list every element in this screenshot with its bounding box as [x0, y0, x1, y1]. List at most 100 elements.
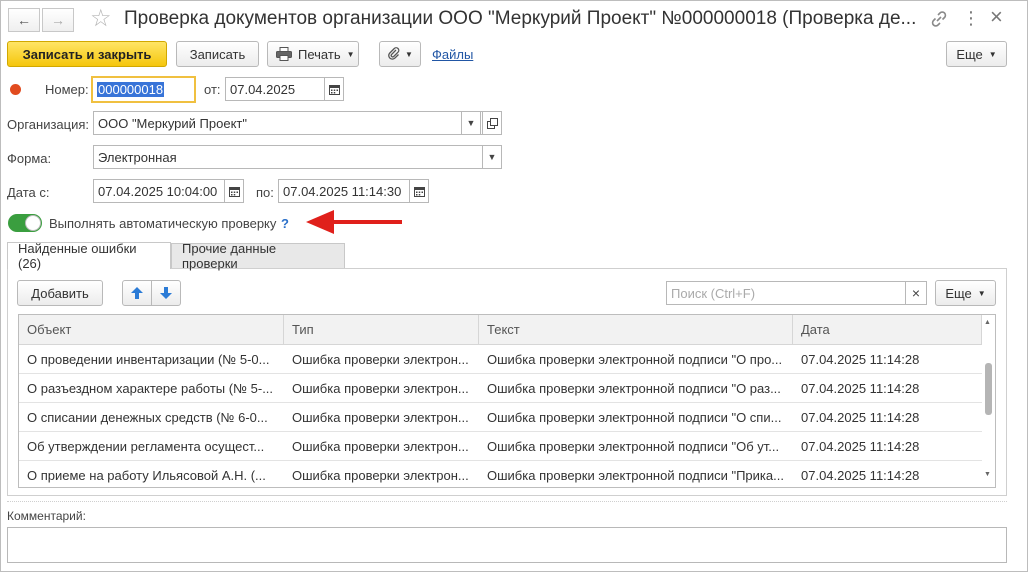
printer-icon: [276, 47, 292, 61]
table-row[interactable]: О проведении инвентаризации (№ 5-0... Ош…: [19, 345, 982, 374]
number-label: Номер:: [45, 82, 89, 97]
cell-text: Ошибка проверки электронной подписи "О с…: [487, 410, 782, 425]
cell-date: 07.04.2025 11:14:28: [801, 468, 920, 483]
paperclip-icon: [387, 47, 401, 61]
forward-icon: →: [51, 12, 65, 28]
clear-icon: ×: [911, 285, 921, 301]
cell-date: 07.04.2025 11:14:28: [801, 352, 920, 367]
table-more-label: Еще: [945, 285, 972, 301]
attachment-button[interactable]: ▼: [379, 41, 421, 67]
chevron-down-icon: ▼: [405, 49, 413, 59]
table-row[interactable]: Об утверждении регламента осущест... Оши…: [19, 432, 982, 461]
form-value: Электронная: [98, 149, 177, 165]
save-label: Записать: [189, 46, 246, 62]
auto-check-toggle[interactable]: [8, 214, 42, 232]
move-down-button[interactable]: [151, 280, 181, 306]
date-to-field[interactable]: 07.04.2025 11:14:30: [278, 179, 410, 203]
cell-text: Ошибка проверки электронной подписи "О р…: [487, 381, 781, 396]
search-placeholder: Поиск (Ctrl+F): [671, 285, 756, 301]
number-value: 000000018: [97, 82, 165, 97]
cell-object: О приеме на работу Ильясовой А.Н. (...: [27, 468, 266, 483]
table-row[interactable]: О списании денежных средств (№ 6-0... Ош…: [19, 403, 982, 432]
close-icon[interactable]: ×: [990, 4, 1003, 30]
comment-label: Комментарий:: [7, 509, 86, 523]
back-icon: ←: [17, 12, 31, 28]
date-field[interactable]: 07.04.2025: [225, 77, 325, 101]
cell-text: Ошибка проверки электронной подписи "При…: [487, 468, 784, 483]
print-label: Печать: [298, 46, 341, 62]
date-to-calendar-button[interactable]: [409, 179, 429, 203]
cell-text: Ошибка проверки электронной подписи "Об …: [487, 439, 780, 454]
cell-object: О разъездном характере работы (№ 5-...: [27, 381, 274, 396]
forward-button[interactable]: →: [42, 8, 74, 32]
date-from-field[interactable]: 07.04.2025 10:04:00: [93, 179, 225, 203]
print-button[interactable]: Печать ▼: [267, 41, 359, 67]
calendar-icon: [413, 186, 425, 197]
back-button[interactable]: ←: [8, 8, 40, 32]
date-value: 07.04.2025: [230, 81, 296, 97]
add-label: Добавить: [31, 285, 89, 301]
red-arrow-annotation: [304, 208, 404, 236]
chevron-down-icon: ▼: [466, 118, 476, 128]
tab-other-data-label: Прочие данные проверки: [182, 241, 277, 271]
vertical-scrollbar[interactable]: ▲ ▼: [982, 315, 995, 487]
cell-date: 07.04.2025 11:14:28: [801, 439, 920, 454]
column-header-type[interactable]: Тип: [284, 315, 479, 345]
calendar-icon: [228, 186, 240, 197]
scrollbar-thumb[interactable]: [985, 363, 992, 415]
divider: [7, 501, 1007, 502]
form-label: Форма:: [7, 151, 52, 166]
save-button[interactable]: Записать: [176, 41, 259, 67]
table-more-button[interactable]: Еще ▼: [935, 280, 996, 306]
more-button[interactable]: Еще ▼: [946, 41, 1007, 67]
org-field[interactable]: ООО "Меркурий Проект": [93, 111, 483, 135]
cell-date: 07.04.2025 11:14:28: [801, 381, 920, 396]
form-dropdown-button[interactable]: ▼: [482, 145, 502, 169]
column-header-object[interactable]: Объект: [19, 315, 284, 345]
cell-date: 07.04.2025 11:14:28: [801, 410, 920, 425]
column-header-date[interactable]: Дата: [793, 315, 982, 345]
table-row[interactable]: О приеме на работу Ильясовой А.Н. (... О…: [19, 461, 982, 487]
date-to-label: по:: [256, 185, 274, 200]
search-clear-button[interactable]: ×: [905, 281, 927, 305]
column-header-text[interactable]: Текст: [479, 315, 793, 345]
number-field[interactable]: 000000018: [91, 76, 196, 103]
cell-object: Об утверждении регламента осущест...: [27, 439, 265, 454]
search-input[interactable]: Поиск (Ctrl+F): [666, 281, 906, 305]
chevron-down-icon: ▼: [988, 49, 997, 59]
scroll-down-icon[interactable]: ▼: [984, 471, 991, 478]
auto-check-label: Выполнять автоматическую проверку: [49, 216, 277, 231]
cell-type: Ошибка проверки электрон...: [292, 468, 469, 483]
form-field[interactable]: Электронная: [93, 145, 483, 169]
move-up-button[interactable]: [122, 280, 152, 306]
cell-type: Ошибка проверки электрон...: [292, 352, 469, 367]
arrow-up-icon: [131, 287, 143, 299]
link-icon[interactable]: [929, 9, 949, 29]
more-menu-icon[interactable]: ⋮: [962, 8, 980, 29]
cell-type: Ошибка проверки электрон...: [292, 410, 469, 425]
favorite-star-icon[interactable]: ☆: [90, 4, 112, 33]
date-from-calendar-button[interactable]: [224, 179, 244, 203]
chevron-down-icon: ▼: [487, 152, 497, 162]
scroll-up-icon[interactable]: ▲: [984, 319, 991, 326]
org-value: ООО "Меркурий Проект": [98, 115, 247, 131]
more-label: Еще: [956, 46, 983, 62]
tab-errors[interactable]: Найденные ошибки (26): [7, 241, 171, 271]
toggle-knob: [25, 215, 41, 231]
comment-field[interactable]: [7, 527, 1007, 563]
add-button[interactable]: Добавить: [17, 280, 103, 306]
save-close-button[interactable]: Записать и закрыть: [7, 41, 167, 67]
from-label: от:: [204, 82, 221, 97]
org-dropdown-button[interactable]: ▼: [461, 111, 481, 135]
chevron-down-icon: ▼: [977, 288, 986, 298]
calendar-button[interactable]: [324, 77, 344, 101]
status-dot: [10, 84, 21, 95]
column-object-label: Объект: [27, 322, 72, 337]
tab-other-data[interactable]: Прочие данные проверки: [171, 241, 345, 271]
open-icon: [486, 117, 498, 129]
date-from-label: Дата с:: [7, 185, 50, 200]
table-row[interactable]: О разъездном характере работы (№ 5-... О…: [19, 374, 982, 403]
help-icon[interactable]: ?: [281, 216, 289, 231]
files-link[interactable]: Файлы: [432, 47, 473, 62]
org-open-button[interactable]: [482, 111, 502, 135]
